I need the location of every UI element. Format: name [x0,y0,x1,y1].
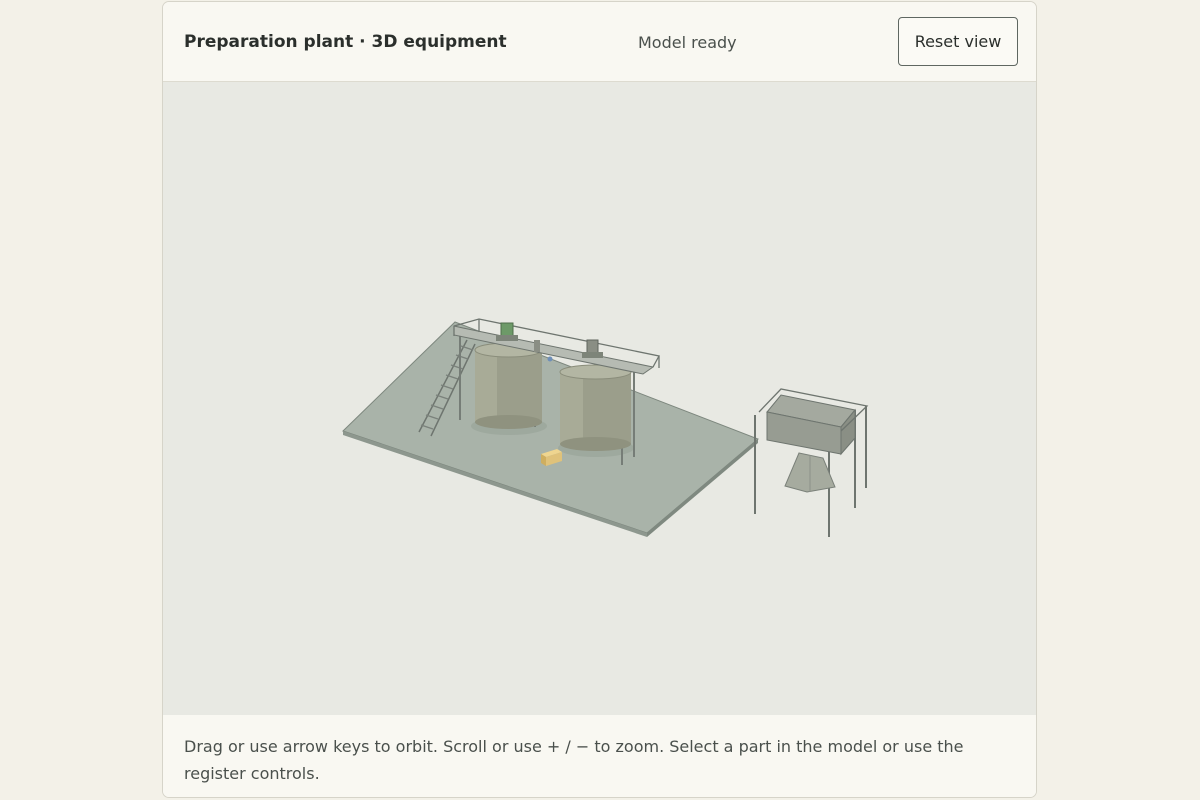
panel-header: Preparation plant · 3D equipment Model r… [163,2,1036,82]
tank-2[interactable] [559,364,632,451]
hopper-unit[interactable] [754,388,869,537]
model-status: Model ready [638,33,737,52]
panel-title: Preparation plant · 3D equipment [184,32,507,52]
3d-scene[interactable] [163,82,1037,715]
agitator-motor-2[interactable] [582,339,603,358]
reset-view-button[interactable]: Reset view [898,17,1018,66]
equipment-viewer-panel: Preparation plant · 3D equipment Model r… [162,1,1037,798]
panel-footer: Drag or use arrow keys to orbit. Scroll … [163,715,1036,797]
valve[interactable] [534,340,540,352]
interaction-hint: Drag or use arrow keys to orbit. Scroll … [184,737,964,783]
tank-1[interactable] [474,342,543,429]
sensor-marker[interactable] [547,356,553,362]
3d-model-viewport[interactable] [163,82,1037,715]
